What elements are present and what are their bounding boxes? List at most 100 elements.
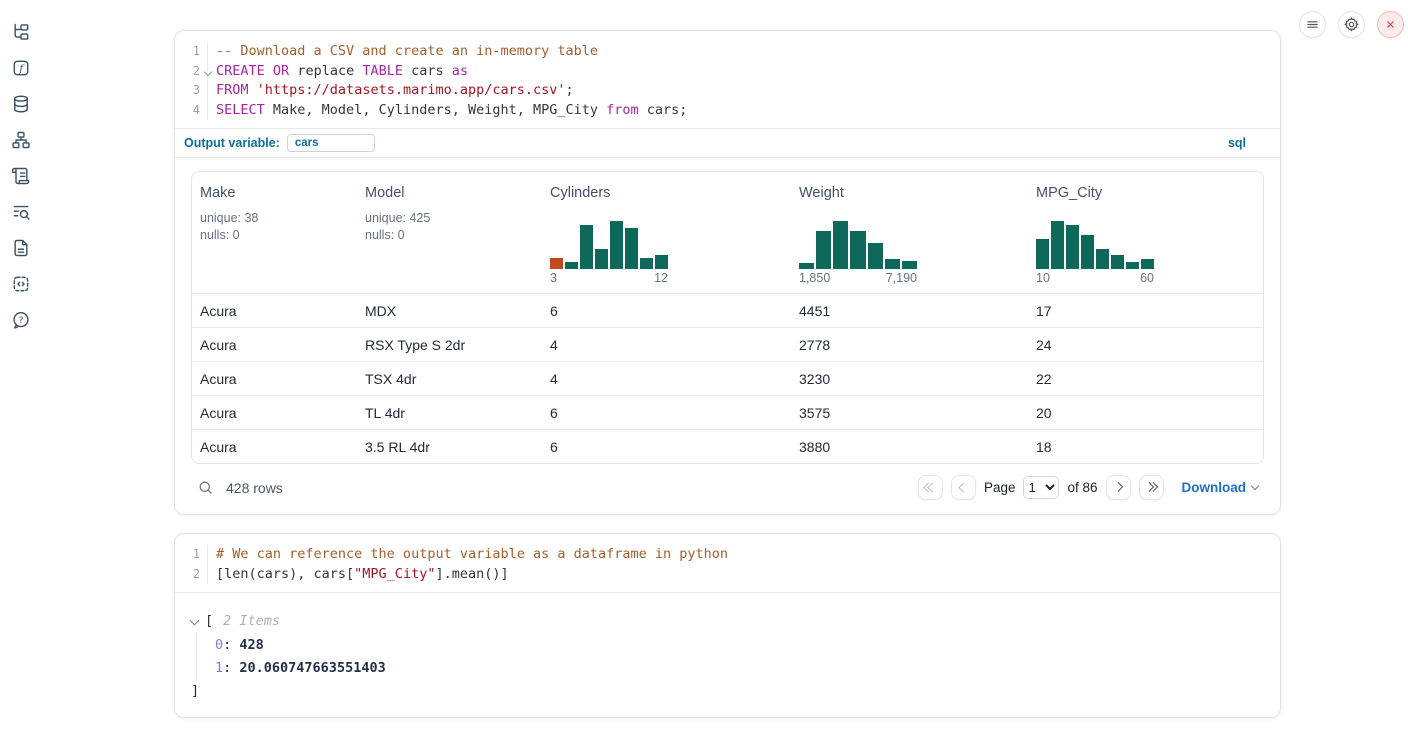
code-token-plain xyxy=(265,63,273,79)
graph-icon[interactable] xyxy=(11,130,31,150)
histogram-bar[interactable] xyxy=(640,258,653,269)
column-header[interactable]: Weight1,8507,190 xyxy=(791,183,1028,285)
tree-entries: 0: 4281: 20.060747663551403 xyxy=(196,632,1264,681)
chevron-down-icon xyxy=(1251,482,1259,490)
table-cell: 20 xyxy=(1028,405,1263,421)
histogram-axis: 312 xyxy=(550,271,668,285)
window-controls xyxy=(1299,11,1404,38)
histogram-chart: 1060 xyxy=(1036,221,1154,285)
document-icon[interactable] xyxy=(11,238,31,258)
histogram-bar[interactable] xyxy=(1096,249,1109,269)
download-button[interactable]: Download xyxy=(1182,480,1259,495)
first-page-button[interactable] xyxy=(918,475,943,500)
histogram-bar[interactable] xyxy=(1081,235,1094,269)
database-icon[interactable] xyxy=(11,94,31,114)
code-line: 2[len(cars), cars["MPG_City"].mean()] xyxy=(175,565,1280,585)
collapse-caret-icon[interactable] xyxy=(190,615,200,625)
page-total-label: of 86 xyxy=(1067,480,1097,495)
histogram-bar[interactable] xyxy=(1036,239,1049,269)
code-token-plain xyxy=(249,82,257,98)
table-footer: 428 rows Page 1 of 86 xyxy=(191,475,1264,500)
table-cell: Acura xyxy=(192,303,357,319)
pagination: Page 1 of 86 Download xyxy=(918,475,1258,500)
histogram-bar[interactable] xyxy=(655,255,668,269)
histogram-bar[interactable] xyxy=(565,262,578,269)
histogram-bar[interactable] xyxy=(610,221,623,269)
settings-button[interactable] xyxy=(1338,11,1365,38)
code-token-plain: ].mean()] xyxy=(435,566,508,582)
list-search-icon[interactable] xyxy=(11,202,31,222)
table-cell: Acura xyxy=(192,337,357,353)
output-variable-input[interactable] xyxy=(287,134,375,152)
snippets-icon[interactable] xyxy=(11,274,31,294)
next-page-button[interactable] xyxy=(1106,475,1131,500)
svg-text:f: f xyxy=(18,63,25,75)
histogram-bar[interactable] xyxy=(595,249,608,269)
histogram-bar[interactable] xyxy=(1141,259,1154,269)
column-title: Cylinders xyxy=(550,183,783,203)
histogram-bar[interactable] xyxy=(1066,225,1079,269)
histogram-bar[interactable] xyxy=(902,261,917,269)
table-row[interactable]: AcuraRSX Type S 2dr4277824 xyxy=(192,327,1263,361)
code-token-plain: Make, Model, Cylinders, Weight, MPG_City xyxy=(265,102,606,118)
table-cell: 3880 xyxy=(791,439,1028,455)
column-header[interactable]: Cylinders 312 xyxy=(542,183,791,285)
function-icon[interactable]: f xyxy=(11,58,31,78)
column-header[interactable]: Modelunique: 425nulls: 0 xyxy=(357,183,542,285)
histogram-bar[interactable] xyxy=(799,263,814,269)
chevron-left-icon xyxy=(959,483,968,492)
code-token-keyword: OR xyxy=(273,63,289,79)
histogram-axis: 1060 xyxy=(1036,271,1154,285)
histogram-bar[interactable] xyxy=(816,231,831,269)
table-cell: 6 xyxy=(542,439,791,455)
row-count: 428 rows xyxy=(226,480,283,496)
axis-min-label: 10 xyxy=(1036,271,1050,285)
table-cell: Acura xyxy=(192,439,357,455)
column-header[interactable]: Makeunique: 38nulls: 0 xyxy=(192,183,357,285)
scroll-icon[interactable] xyxy=(11,166,31,186)
table-row[interactable]: Acura3.5 RL 4dr6388018 xyxy=(192,429,1263,463)
histogram-bar[interactable] xyxy=(550,258,563,269)
table-cell: Acura xyxy=(192,405,357,421)
python-code-editor[interactable]: 1 # We can reference the output variable … xyxy=(175,534,1280,593)
help-icon[interactable]: ? xyxy=(11,310,31,330)
line-number: 1 xyxy=(175,545,200,565)
histogram-bar[interactable] xyxy=(850,231,865,269)
double-chevron-left-icon xyxy=(925,484,936,491)
tree-index: 0 xyxy=(215,637,223,653)
page-label: Page xyxy=(984,480,1016,495)
histogram-bars xyxy=(1036,221,1154,269)
axis-min-label: 1,850 xyxy=(799,271,830,285)
code-token-string: "MPG_City" xyxy=(354,566,435,582)
code-line: 3FROM 'https://datasets.marimo.app/cars.… xyxy=(175,81,1280,101)
file-tree-icon[interactable] xyxy=(11,22,31,42)
code-line: 1-- Download a CSV and create an in-memo… xyxy=(175,42,1280,62)
tree-index: 1 xyxy=(215,660,223,676)
tree-root-row[interactable]: [ 2 Items xyxy=(191,611,1264,632)
histogram-bar[interactable] xyxy=(580,225,593,269)
histogram-bar[interactable] xyxy=(868,243,883,269)
histogram-bar[interactable] xyxy=(885,259,900,269)
code-token-keyword: as xyxy=(452,63,468,79)
last-page-button[interactable] xyxy=(1139,475,1164,500)
table-row[interactable]: AcuraTL 4dr6357520 xyxy=(192,395,1263,429)
histogram-chart: 312 xyxy=(550,221,668,285)
page-select[interactable]: 1 xyxy=(1023,476,1059,499)
histogram-bar[interactable] xyxy=(1111,255,1124,269)
sql-code-editor[interactable]: 1-- Download a CSV and create an in-memo… xyxy=(175,31,1280,128)
histogram-bar[interactable] xyxy=(1126,262,1139,269)
table-row[interactable]: AcuraTSX 4dr4323022 xyxy=(192,361,1263,395)
shutdown-button[interactable] xyxy=(1377,11,1404,38)
menu-button[interactable] xyxy=(1299,11,1326,38)
search-icon[interactable] xyxy=(197,479,214,496)
tree-entry: 0: 428 xyxy=(197,634,1264,657)
data-table: Makeunique: 38nulls: 0Modelunique: 425nu… xyxy=(191,171,1264,464)
histogram-bar[interactable] xyxy=(625,228,638,269)
column-header[interactable]: MPG_City1060 xyxy=(1028,183,1263,285)
table-row[interactable]: AcuraMDX6445117 xyxy=(192,293,1263,327)
histogram-bar[interactable] xyxy=(1051,221,1064,269)
prev-page-button[interactable] xyxy=(951,475,976,500)
table-cell: TL 4dr xyxy=(357,405,542,421)
code-token-comment: # We can reference the output variable a… xyxy=(216,546,728,562)
histogram-bar[interactable] xyxy=(833,221,848,269)
